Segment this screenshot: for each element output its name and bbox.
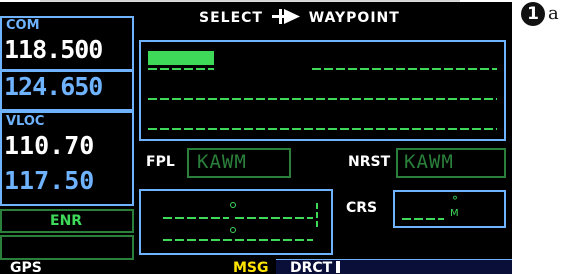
waypoint-cursor[interactable] (148, 51, 214, 65)
nrst-label: NRST (348, 154, 391, 170)
vloc-label: VLOC (6, 114, 45, 129)
waypoint-cursor-dashes (148, 68, 214, 70)
mode-empty-box (0, 235, 134, 260)
page-title-waypoint: WAYPOINT (308, 10, 400, 26)
nrst-value: KAWM (404, 151, 454, 173)
fpl-label: FPL (146, 154, 175, 170)
drct-cursor (336, 261, 340, 273)
fpl-value: KAWM (197, 151, 247, 173)
page-title: SELECT WAYPOINT (199, 8, 400, 26)
msg-annunciator[interactable]: MSG (233, 260, 269, 274)
cdi-dot-lower (230, 227, 236, 233)
page-title-text: SELECT (199, 10, 263, 26)
drct-label: DRCT (290, 260, 333, 274)
cdi-line-bottom (163, 239, 313, 241)
crs-label: CRS (346, 200, 378, 216)
gps-mode-label: GPS (10, 260, 42, 274)
crs-magnetic: M (450, 208, 459, 219)
callout-number: 1 (521, 2, 545, 26)
crs-dashes (402, 218, 444, 220)
callout-letter: a (548, 3, 559, 24)
waypoint-line-3 (148, 128, 497, 130)
com-active-frequency: 118.500 (4, 35, 103, 64)
direct-to-icon (271, 9, 300, 24)
waypoint-line-1 (312, 68, 497, 70)
gps-screen: SELECT WAYPOINT COM 118.500 124.650 VLOC… (0, 2, 512, 274)
cdi-tick (316, 203, 318, 227)
cdi-box (139, 189, 333, 255)
flight-phase-annunciator: ENR (50, 213, 83, 229)
com-label: COM (6, 18, 40, 33)
cdi-line-right (235, 217, 313, 219)
com-standby-frequency[interactable]: 124.650 (4, 72, 103, 101)
vloc-active-frequency: 110.70 (4, 131, 95, 160)
waypoint-line-2 (148, 98, 497, 100)
vloc-standby-frequency[interactable]: 117.50 (4, 166, 94, 195)
cdi-dot-upper (230, 202, 236, 208)
cdi-line-left (163, 217, 229, 219)
crs-degree: ° (452, 194, 458, 208)
